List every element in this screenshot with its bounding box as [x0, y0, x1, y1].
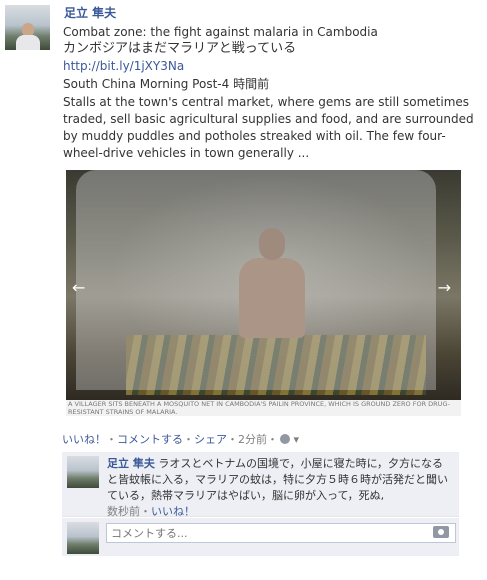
- comment-input[interactable]: [106, 523, 456, 543]
- post-photo[interactable]: ← →: [66, 170, 461, 400]
- post-author-name[interactable]: 足立 隼夫: [64, 4, 116, 21]
- photo-mosquito-net: [76, 170, 436, 390]
- current-user-avatar: [67, 522, 99, 554]
- photo-caption: A VILLAGER SITS BENEATH A MOSQUITO NET I…: [66, 400, 461, 416]
- post-excerpt: Stalls at the town's central market, whe…: [63, 95, 474, 160]
- post-source: South China Morning Post-4 時間前: [63, 77, 270, 91]
- share-link[interactable]: シェア: [194, 433, 227, 446]
- globe-icon[interactable]: [280, 434, 290, 444]
- separator: ・: [227, 433, 238, 446]
- post-link[interactable]: http://bit.ly/1jXY3Na: [63, 58, 184, 74]
- post-title-jp: カンボジアはまだマラリアと戦っている: [63, 41, 297, 56]
- chevron-down-icon[interactable]: ▾: [290, 433, 299, 446]
- post-actions: いいね！・コメントする・シェア・2分前・ ▾: [62, 431, 299, 447]
- separator: ・: [106, 433, 117, 446]
- post-time[interactable]: 2分前: [238, 433, 267, 446]
- comment-like-link[interactable]: いいね！: [151, 505, 195, 518]
- author-avatar[interactable]: [5, 5, 50, 50]
- post-title-en: Combat zone: the fight against malaria i…: [63, 25, 378, 39]
- comment-avatar[interactable]: [67, 456, 99, 488]
- camera-icon[interactable]: [433, 526, 449, 538]
- chevron-left-icon[interactable]: ←: [72, 278, 85, 297]
- separator: ・: [267, 433, 278, 446]
- comment-time[interactable]: 数秒前: [107, 505, 140, 518]
- like-link[interactable]: いいね！: [62, 433, 106, 446]
- comment-text: ラオスとベトナムの国境で，小屋に寝た時に，夕方になると皆蚊帳に入る，マラリアの蚊…: [107, 457, 448, 502]
- separator: ・: [183, 433, 194, 446]
- comment-link[interactable]: コメントする: [117, 433, 183, 446]
- chevron-right-icon[interactable]: →: [438, 278, 451, 297]
- comment-item: 足立 隼夫 ラオスとベトナムの国境で，小屋に寝た時に，夕方になると皆蚊帳に入る，…: [107, 457, 448, 518]
- comment-author[interactable]: 足立 隼夫: [107, 457, 155, 470]
